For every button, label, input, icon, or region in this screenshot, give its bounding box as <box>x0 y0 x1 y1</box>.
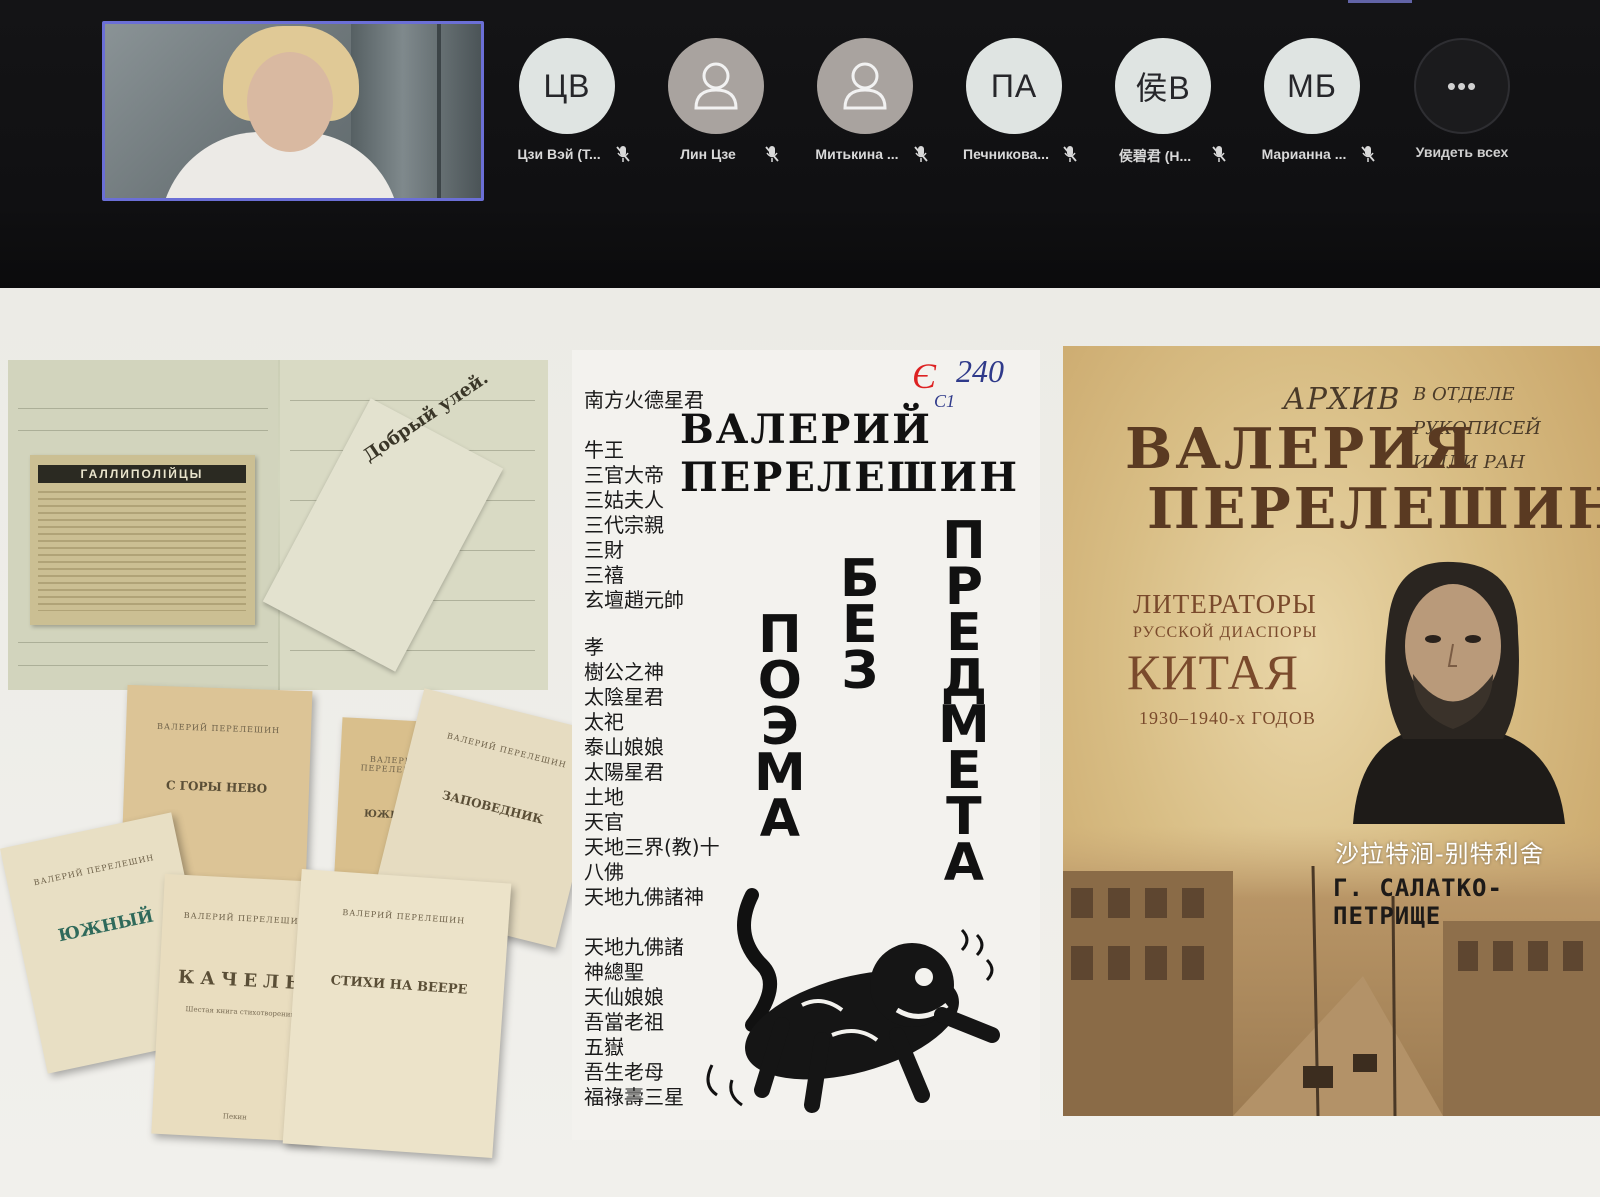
newspaper-clipping: ГАЛЛИПОЛІЙЦЫ <box>30 455 255 625</box>
title-letter: А <box>759 789 800 849</box>
participant-tile-3[interactable]: Митькина ... <box>795 38 935 178</box>
participant-name: Лин Цзе <box>680 146 736 162</box>
clipping-text-block <box>38 491 246 611</box>
participant-name: Печникова... <box>963 146 1049 162</box>
deity-line: 孝 <box>584 635 604 659</box>
speaker-face <box>247 52 333 152</box>
deity-line: 太陰星君 <box>584 685 664 709</box>
ruled-line <box>18 430 268 431</box>
deity-line: 泰山娘娘 <box>584 735 664 759</box>
participant-tile-1[interactable]: ЦВ Цзи Вэй (Т... <box>497 38 637 178</box>
deity-line: 太陽星君 <box>584 760 664 784</box>
clipping-header: ГАЛЛИПОЛІЙЦЫ <box>38 465 246 483</box>
booklet-stikhi-na-veere: ВАЛЕРИЙ ПЕРЕЛЕШИН СТИХИ НА ВЕЕРЕ <box>282 869 512 1158</box>
participant-avatar <box>817 38 913 134</box>
meeting-screen: ЦВ Цзи Вэй (Т... Лин Цзе Митькина ... ПА… <box>0 0 1600 1197</box>
participant-tile-2[interactable]: Лин Цзе <box>646 38 786 178</box>
ruled-line <box>18 642 268 643</box>
participant-name: Марианна ... <box>1261 146 1347 162</box>
series-line2: РУССКОЙ ДИАСПОРЫ <box>1133 624 1318 641</box>
ruled-line <box>18 408 268 409</box>
poet-portrait-photo <box>1353 561 1565 824</box>
mic-muted-icon <box>914 146 928 162</box>
harbin-street-photo <box>1063 826 1600 1116</box>
tiger-illustration <box>706 888 1000 1113</box>
price-struck: Є <box>912 356 937 396</box>
deity-line: 天官 <box>584 810 624 834</box>
call-participants-bar: ЦВ Цзи Вэй (Т... Лин Цзе Митькина ... ПА… <box>0 0 1600 290</box>
series-line1: ЛИТЕРАТОРЫ <box>1133 589 1317 619</box>
title-word-predmeta: ПРЕДМЕТА <box>938 515 990 889</box>
title-letter: З <box>841 641 879 701</box>
title-word-bez: БЕЗ <box>840 553 880 701</box>
person-icon <box>694 62 738 110</box>
deity-line: 太祀 <box>584 710 624 734</box>
poema-bez-predmeta-cover: Є 240 С1 南方火德星君 牛王 三官大帝 三姑夫人 三代宗親 三財 三禧 玄壇趙元帥 … <box>572 350 1040 1140</box>
booklet-title: СТИХИ НА ВЕЕРЕ <box>330 973 468 998</box>
see-all-participants-button[interactable]: ••• Увидеть всех <box>1392 38 1532 178</box>
deity-line: 土地 <box>584 785 624 809</box>
series-line3: КИТАЯ <box>1127 644 1299 700</box>
booklet-author: ВАЛЕРИЙ ПЕРЕЛЕШИН <box>156 721 281 736</box>
archive-label: АРХИВ <box>1283 382 1401 417</box>
deity-line: 三禧 <box>584 563 624 587</box>
participant-tile-5[interactable]: 侯B 侯碧君 (Н... <box>1093 38 1233 178</box>
poet-name-line2: ПЕРЕЛЕШИН <box>680 454 1019 501</box>
mic-muted-icon <box>616 146 630 162</box>
ruled-line <box>18 665 268 666</box>
author-name-chinese: 沙拉特涧-别特利舍 <box>1335 840 1545 868</box>
deity-line: 天地三界(教)十 <box>584 835 720 859</box>
participant-avatar: ЦВ <box>519 38 615 134</box>
booklet-title: ЗАПОВЕДНИК <box>440 787 545 827</box>
ruled-line <box>290 400 535 401</box>
archive-side-line: В ОТДЕЛЕ <box>1413 384 1515 405</box>
deity-line: 三代宗親 <box>584 513 664 537</box>
booklet-author: ВАЛЕРИЙ ПЕРЕЛЕШИН <box>32 852 156 888</box>
series-line4: 1930–1940-х ГОДОВ <box>1139 708 1316 728</box>
participant-avatar <box>668 38 764 134</box>
poet-name-line2: ПЕРЕЛЕШИНА <box>1147 476 1600 542</box>
top-accent-bar <box>1348 0 1412 3</box>
more-icon: ••• <box>1414 38 1510 134</box>
mic-muted-icon <box>1212 146 1226 162</box>
see-all-label: Увидеть всех <box>1415 144 1509 160</box>
booklet-author: ВАЛЕРИЙ ПЕРЕЛЕШИН <box>342 907 466 926</box>
participant-name: Цзи Вэй (Т... <box>517 146 601 162</box>
ruled-line <box>290 650 535 651</box>
booklet-title: С ГОРЫ НЕВО <box>165 778 268 796</box>
author-name-russian: Г. САЛАТКО-ПЕТРИЩЕ <box>1333 874 1503 930</box>
title-word-poema: ПОЭМА <box>754 609 806 849</box>
price-mark: С1 <box>934 391 956 411</box>
participant-tile-4[interactable]: ПА Печникова... <box>944 38 1084 178</box>
shared-presentation-slide: ГАЛЛИПОЛІЙЦЫ Добрый улей. ВАЛЕРИЙ ПЕРЕЛЕ… <box>0 288 1600 1197</box>
video-background-edge <box>437 24 441 198</box>
mic-muted-icon <box>765 146 779 162</box>
participant-avatar: ПА <box>966 38 1062 134</box>
mic-muted-icon <box>1063 146 1077 162</box>
notebook-photo: ГАЛЛИПОЛІЙЦЫ Добрый улей. <box>8 360 548 690</box>
participant-name: Митькина ... <box>815 146 899 162</box>
deity-line: 三財 <box>584 538 624 562</box>
poet-name-line1: ВАЛЕРИЙ <box>680 406 932 453</box>
participant-tile-6[interactable]: МБ Марианна ... <box>1242 38 1382 178</box>
participant-avatar: МБ <box>1264 38 1360 134</box>
mic-muted-icon <box>1361 146 1375 162</box>
poet-name-line1: ВАЛЕРИЯ <box>1125 416 1476 482</box>
price-value: 240 <box>956 353 1004 389</box>
participant-name: 侯碧君 (Н... <box>1118 148 1192 164</box>
archive-book-cover: АРХИВ В ОТДЕЛЕ РУКОПИСЕЙ ИМЛИ РАН ВАЛЕРИ… <box>1063 346 1600 1116</box>
deity-line: 樹公之神 <box>584 660 664 684</box>
active-speaker-video[interactable] <box>102 21 484 201</box>
deity-line: 玄壇趙元帥 <box>584 588 684 612</box>
person-icon <box>843 62 887 110</box>
participant-avatar: 侯B <box>1115 38 1211 134</box>
